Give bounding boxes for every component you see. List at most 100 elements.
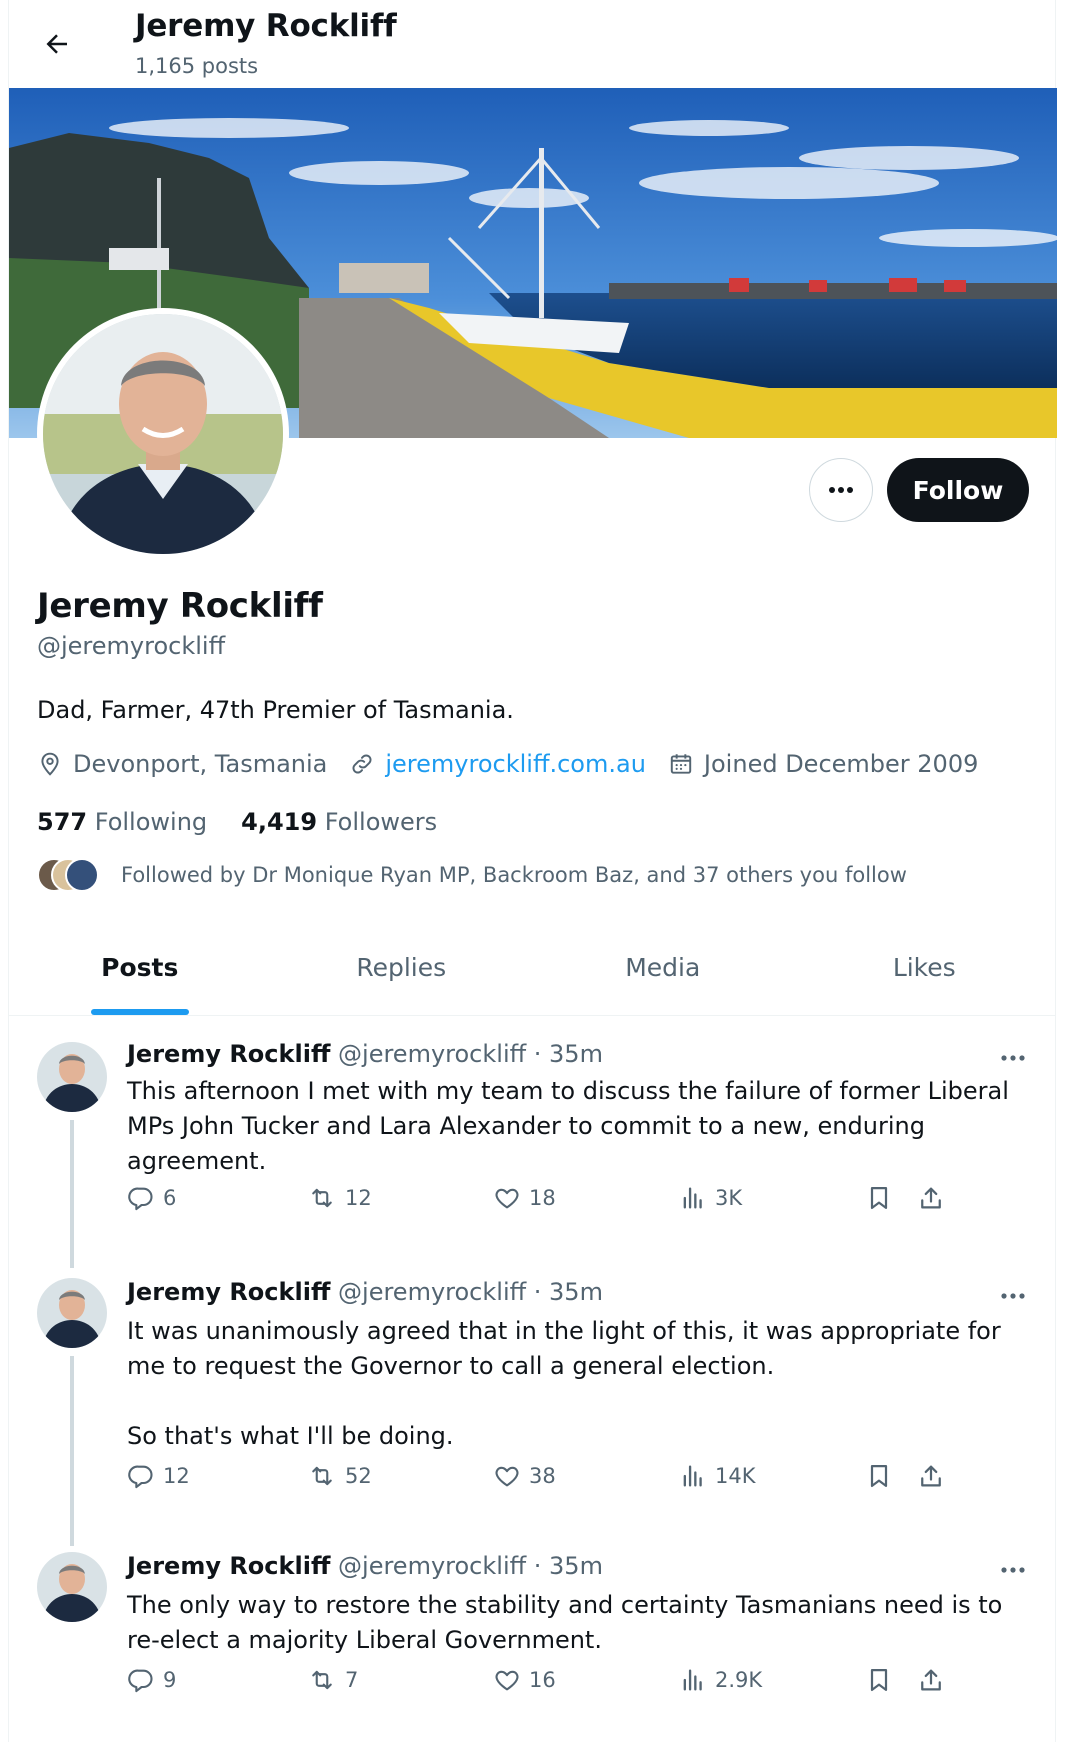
tweet-author-name[interactable]: Jeremy Rockliff	[127, 1552, 330, 1580]
followers-count: 4,419	[241, 808, 318, 836]
tweet-actions: 9 7 16 2.9K	[127, 1666, 1043, 1706]
share-icon	[921, 1187, 941, 1209]
tweet-author-handle[interactable]: @jeremyrockliff	[338, 1040, 526, 1068]
views-icon	[683, 1465, 702, 1487]
profile-tabs: Posts Replies Media Likes	[9, 920, 1055, 1016]
ellipsis-icon	[1001, 1055, 1025, 1061]
like-count: 16	[529, 1668, 556, 1692]
website-link[interactable]: jeremyrockliff.com.au	[385, 750, 646, 778]
repost-button[interactable]: 12	[307, 1184, 372, 1212]
tweet[interactable]: Jeremy Rockliff @jeremyrockliff · 35m It…	[9, 1258, 1055, 1548]
views-button[interactable]: 14K	[679, 1462, 756, 1490]
location-pin-icon	[41, 752, 59, 776]
bookmark-button[interactable]	[865, 1184, 901, 1212]
share-icon	[921, 1669, 941, 1691]
tab-media[interactable]: Media	[532, 920, 794, 1015]
views-button[interactable]: 3K	[679, 1184, 742, 1212]
tweet[interactable]: Jeremy Rockliff @jeremyrockliff · 35m Th…	[9, 1532, 1055, 1742]
reply-button[interactable]: 9	[127, 1666, 176, 1694]
tab-label: Media	[625, 953, 701, 982]
following-link[interactable]: 577 Following	[37, 808, 207, 836]
reply-button[interactable]: 6	[127, 1184, 176, 1212]
tab-likes[interactable]: Likes	[794, 920, 1056, 1015]
top-bar: Jeremy Rockliff 1,165 posts	[9, 0, 1055, 88]
bookmark-icon	[870, 1668, 888, 1692]
tab-label: Likes	[892, 953, 956, 982]
tab-label: Replies	[356, 953, 447, 982]
header-post-count: 1,165 posts	[135, 54, 259, 78]
tweet-actions: 6 12 18 3K	[127, 1184, 1043, 1224]
followed-by-link[interactable]: Followed by Dr Monique Ryan MP, Backroom…	[37, 858, 907, 892]
profile-page: Jeremy Rockliff 1,165 posts Follow Jerem…	[8, 0, 1057, 1742]
tweet-more-button[interactable]	[993, 1276, 1033, 1316]
tweet-text: The only way to restore the stability an…	[127, 1591, 1003, 1654]
tab-replies[interactable]: Replies	[271, 920, 533, 1015]
like-button[interactable]: 18	[493, 1184, 556, 1212]
following-count: 577	[37, 808, 88, 836]
profile-avatar[interactable]	[37, 308, 289, 560]
thread-line	[70, 1356, 74, 1546]
views-count: 3K	[715, 1186, 743, 1210]
mutual-avatar	[65, 858, 99, 892]
tweet-actions: 12 52 38 14K	[127, 1462, 1043, 1502]
tweet-author-name[interactable]: Jeremy Rockliff	[127, 1040, 330, 1068]
bookmark-icon	[870, 1186, 888, 1210]
bookmark-button[interactable]	[865, 1666, 901, 1694]
share-button[interactable]	[917, 1184, 953, 1212]
share-button[interactable]	[917, 1462, 953, 1490]
views-button[interactable]: 2.9K	[679, 1666, 762, 1694]
header-title: Jeremy Rockliff	[135, 8, 397, 44]
like-button[interactable]: 38	[493, 1462, 556, 1490]
tweet-more-button[interactable]	[993, 1038, 1033, 1078]
followed-by-text: Followed by Dr Monique Ryan MP, Backroom…	[121, 863, 907, 887]
reply-icon	[128, 1669, 153, 1693]
tweet-author-name[interactable]: Jeremy Rockliff	[127, 1278, 330, 1306]
back-button[interactable]	[35, 22, 79, 66]
ellipsis-icon	[1001, 1293, 1025, 1299]
tweet-author-handle[interactable]: @jeremyrockliff	[338, 1552, 526, 1580]
mutual-avatars	[37, 858, 99, 892]
reply-button[interactable]: 12	[127, 1462, 190, 1490]
repost-count: 12	[345, 1186, 372, 1210]
views-count: 14K	[715, 1464, 756, 1488]
following-label: Following	[94, 808, 208, 836]
profile-bio: Dad, Farmer, 47th Premier of Tasmania.	[37, 696, 514, 724]
joined-text: Joined December 2009	[703, 750, 979, 778]
link-icon	[352, 754, 372, 774]
tweet-text: It was unanimously agreed that in the li…	[127, 1317, 1001, 1450]
share-icon	[921, 1465, 941, 1487]
follow-button[interactable]: Follow	[887, 458, 1029, 522]
tweet-timestamp[interactable]: · 35m	[534, 1552, 603, 1580]
tweet[interactable]: Jeremy Rockliff @jeremyrockliff · 35m Th…	[9, 1016, 1055, 1268]
repost-button[interactable]: 52	[307, 1462, 372, 1490]
tab-posts[interactable]: Posts	[9, 920, 271, 1015]
thread-line	[70, 1120, 74, 1268]
website: jeremyrockliff.com.au	[349, 750, 646, 778]
share-button[interactable]	[917, 1666, 953, 1694]
tab-label: Posts	[101, 953, 179, 982]
repost-icon	[312, 1466, 332, 1486]
tweet-text: This afternoon I met with my team to dis…	[127, 1077, 1009, 1175]
views-icon	[683, 1187, 702, 1209]
reply-icon	[128, 1187, 153, 1211]
profile-meta: Devonport, Tasmania jeremyrockliff.com.a…	[37, 750, 1000, 778]
repost-count: 52	[345, 1464, 372, 1488]
bookmark-button[interactable]	[865, 1462, 901, 1490]
followers-link[interactable]: 4,419 Followers	[241, 808, 437, 836]
more-options-button[interactable]	[809, 458, 873, 522]
like-button[interactable]: 16	[493, 1666, 556, 1694]
follow-stats: 577 Following 4,419 Followers	[37, 808, 471, 836]
repost-button[interactable]: 7	[307, 1666, 358, 1694]
tweet-avatar[interactable]	[37, 1552, 107, 1622]
tweet-header: Jeremy Rockliff @jeremyrockliff · 35m	[127, 1278, 603, 1306]
tweet-timestamp[interactable]: · 35m	[534, 1040, 603, 1068]
tweet-avatar[interactable]	[37, 1278, 107, 1348]
tweet-timestamp[interactable]: · 35m	[534, 1278, 603, 1306]
tweet-header: Jeremy Rockliff @jeremyrockliff · 35m	[127, 1040, 603, 1068]
tweet-avatar[interactable]	[37, 1042, 107, 1112]
repost-count: 7	[345, 1668, 359, 1692]
reply-count: 6	[163, 1186, 177, 1210]
tweet-more-button[interactable]	[993, 1550, 1033, 1590]
tweet-author-handle[interactable]: @jeremyrockliff	[338, 1278, 526, 1306]
heart-icon	[495, 1670, 519, 1691]
